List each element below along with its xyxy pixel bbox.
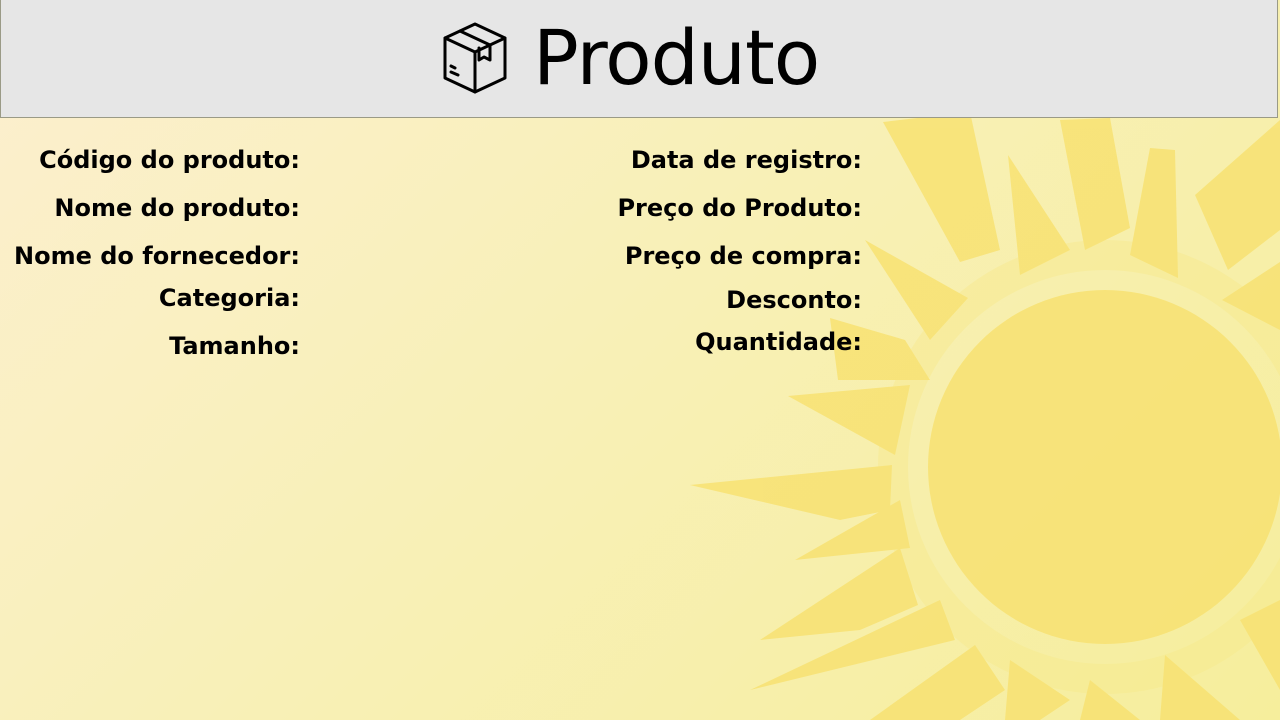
product-page: Produto Código do produto: Nome do produ… [0, 0, 1280, 720]
page-header: Produto [0, 0, 1278, 118]
label-preco-compra: Preço de compra: [624, 242, 862, 270]
header-title-group: Produto [441, 10, 820, 106]
label-codigo-produto: Código do produto: [39, 146, 300, 174]
package-box-icon [443, 22, 507, 94]
label-desconto: Desconto: [726, 286, 862, 314]
label-quantidade: Quantidade: [695, 328, 862, 356]
label-tamanho: Tamanho: [169, 332, 300, 360]
label-categoria: Categoria: [158, 284, 300, 312]
label-data-registro: Data de registro: [630, 146, 862, 174]
label-nome-produto: Nome do produto: [54, 194, 300, 222]
page-title: Produto [533, 13, 820, 102]
label-preco-produto: Preço do Produto: [617, 194, 862, 222]
label-nome-fornecedor: Nome do fornecedor: [14, 242, 300, 270]
